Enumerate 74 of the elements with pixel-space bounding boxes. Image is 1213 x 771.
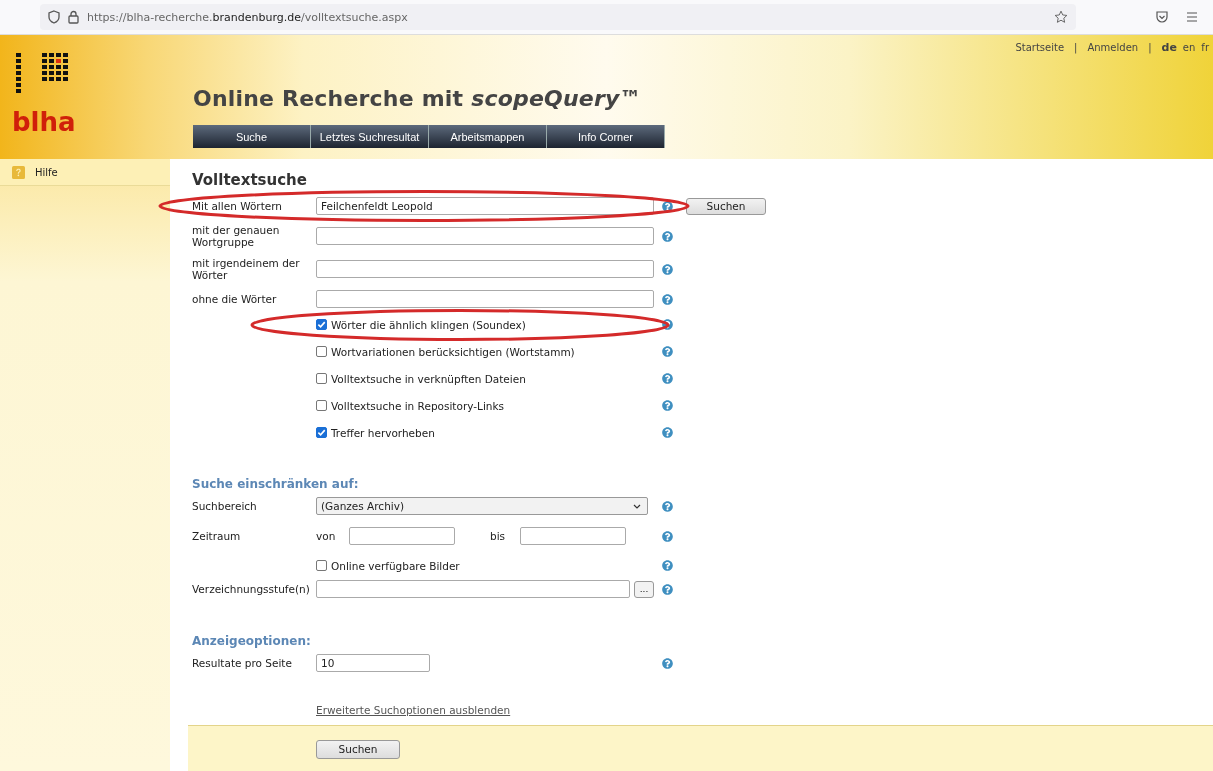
help-icon[interactable] [662, 373, 673, 384]
checkbox-option[interactable]: Treffer hervorheben [316, 424, 435, 441]
section-heading: Anzeigeoptionen: [192, 634, 312, 648]
checkbox[interactable] [316, 560, 327, 571]
checkbox-option[interactable]: Wortvariationen berücksichtigen (Wortstamm) [316, 343, 575, 360]
lock-icon [68, 10, 79, 24]
to-label: bis [490, 530, 507, 542]
section-heading: Suche einschränken auf: [192, 477, 360, 491]
checkbox[interactable] [316, 346, 327, 357]
help-icon[interactable] [662, 263, 673, 275]
nav-tab[interactable]: Suche [193, 125, 311, 148]
checkbox-option[interactable]: Volltextsuche in Repository-Links [316, 397, 505, 414]
from-label: von [316, 530, 337, 542]
help-icon[interactable] [662, 530, 673, 542]
address-bar[interactable]: https://blha-recherche.brandenburg.de/volltextsuche.aspx [40, 4, 1076, 30]
help-icon[interactable] [662, 427, 673, 438]
browse-button[interactable]: ... [634, 580, 654, 598]
search-button[interactable]: Suchen [686, 197, 766, 215]
help-icon[interactable] [662, 230, 673, 242]
checkbox-option[interactable]: Online verfügbare Bilder [316, 557, 460, 574]
help-icon[interactable] [662, 200, 673, 212]
checkbox-option[interactable]: Volltextsuche in verknüpften Dateien [316, 370, 526, 387]
checkbox[interactable] [316, 373, 327, 384]
chevron-down-icon [633, 503, 641, 509]
input-field[interactable] [316, 580, 630, 598]
field-label: ohne die Wörter [192, 293, 278, 305]
language-link[interactable]: en [1182, 42, 1196, 53]
shield-icon [48, 10, 60, 24]
page-heading: Volltextsuche [192, 171, 308, 189]
field-label: Resultate pro Seite [192, 657, 293, 669]
login-link[interactable]: Anmelden [1087, 42, 1139, 53]
checkbox[interactable] [316, 400, 327, 411]
language-link[interactable]: fr [1201, 42, 1209, 53]
help-icon[interactable] [662, 500, 673, 512]
home-link[interactable]: Startseite [1015, 42, 1065, 53]
star-icon[interactable] [1054, 10, 1068, 24]
nav-tab[interactable]: Arbeitsmappen [429, 125, 547, 148]
site-title: Online Recherche mit scopeQuery™ [193, 86, 643, 111]
separator: | [1148, 42, 1152, 53]
checkbox[interactable] [316, 319, 327, 330]
input-field[interactable] [349, 527, 455, 545]
field-label: mit irgendeinem der Wörter [192, 257, 301, 281]
help-icon[interactable] [662, 560, 673, 571]
help-icon[interactable] [662, 346, 673, 357]
help-icon[interactable] [662, 657, 673, 669]
logo: blha [10, 51, 86, 143]
checkbox[interactable] [316, 427, 327, 438]
field-label: mit der genauen Wortgruppe [192, 224, 281, 248]
help-icon [12, 165, 25, 179]
input-field[interactable] [316, 290, 654, 308]
menu-icon[interactable] [1185, 11, 1199, 23]
help-icon[interactable] [662, 583, 673, 595]
field-label: Mit allen Wörtern [192, 200, 284, 212]
url-text: https://blha-recherche.brandenburg.de/volltextsuche.aspx [87, 10, 408, 24]
scope-dropdown[interactable]: (Ganzes Archiv) [316, 497, 648, 515]
input-field[interactable] [316, 227, 654, 245]
language-link[interactable]: de [1161, 41, 1177, 54]
help-icon[interactable] [662, 319, 673, 330]
input-field[interactable]: 10 [316, 654, 430, 672]
toggle-options-link[interactable]: Erweiterte Suchoptionen ausblenden [316, 704, 511, 716]
field-label: Suchbereich [192, 500, 258, 512]
sidebar-item[interactable]: Hilfe [0, 159, 170, 186]
input-field[interactable] [316, 260, 654, 278]
nav-tab[interactable]: Letztes Suchresultat [311, 125, 429, 148]
pocket-icon[interactable] [1155, 10, 1169, 24]
input-field[interactable]: Feilchenfeldt Leopold [316, 197, 654, 215]
field-label: Verzeichnungsstufe(n) [192, 583, 311, 595]
help-icon[interactable] [662, 293, 673, 305]
search-button[interactable]: Suchen [316, 739, 400, 759]
field-label: Zeitraum [192, 530, 242, 542]
separator: | [1074, 42, 1078, 53]
help-icon[interactable] [662, 400, 673, 411]
nav-tab[interactable]: Info Corner [547, 125, 665, 148]
input-field[interactable] [520, 527, 626, 545]
